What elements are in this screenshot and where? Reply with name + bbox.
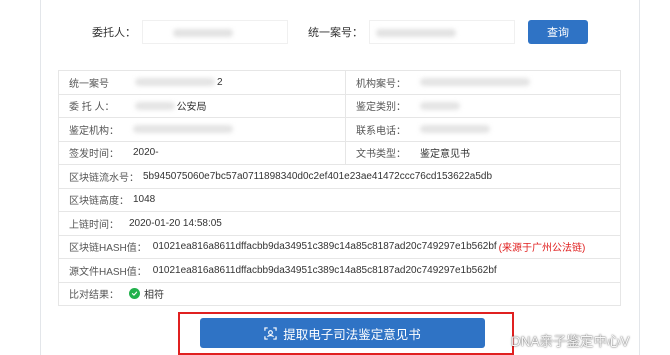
client-input[interactable] xyxy=(142,20,288,44)
chain-height-value: 1048 xyxy=(133,194,156,206)
case-number-input[interactable] xyxy=(369,20,515,44)
client-key: 委 托 人： xyxy=(69,102,115,114)
compare-result-cell: 比对结果： 相符 xyxy=(59,283,620,306)
chain-hash-key: 区块链HASH值： xyxy=(69,243,147,255)
institution-cell: 鉴定机构： xyxy=(59,118,346,141)
compare-result-key: 比对结果： xyxy=(69,290,119,302)
agency-case-key: 机构案号： xyxy=(355,78,406,90)
phone-key: 联系电话： xyxy=(355,125,406,137)
file-hash-key: 源文件HASH值： xyxy=(69,266,147,278)
redacted-value xyxy=(376,29,456,37)
issue-time-cell: 签发时间： 2020- xyxy=(59,141,346,164)
table-row: 鉴定机构： 联系电话： xyxy=(58,118,621,142)
table-row: 区块链流水号： 5b945075060e7bc57a0711898340d0c2… xyxy=(58,165,621,189)
chain-height-key: 区块链高度： xyxy=(69,196,129,208)
phone-cell: 联系电话： xyxy=(346,118,620,141)
client-label: 委托人： xyxy=(92,27,136,39)
institution-key: 鉴定机构： xyxy=(69,125,119,137)
extract-report-button[interactable]: 提取电子司法鉴定意见书 xyxy=(200,318,485,348)
chain-source-note: (来源于广州公法链) xyxy=(498,243,586,255)
compare-result-value: 相符 xyxy=(144,290,164,302)
client-value: 公安局 xyxy=(176,102,207,114)
table-row: 上链时间： 2020-01-20 14:58:05 xyxy=(58,212,621,236)
redacted-value xyxy=(173,29,233,37)
doc-type-value: 鉴定意见书 xyxy=(419,149,470,161)
table-row: 区块链高度： 1048 xyxy=(58,188,621,212)
extract-report-label: 提取电子司法鉴定意见书 xyxy=(283,327,421,342)
redacted-value xyxy=(419,78,530,87)
chain-serial-cell: 区块链流水号： 5b945075060e7bc57a0711898340d0c2… xyxy=(59,165,620,188)
table-row: 区块链HASH值： 01021ea816a8611dffacbb9da34951… xyxy=(58,235,621,259)
unified-case-cell: 统一案号 2 xyxy=(59,71,346,94)
table-row: 委 托 人： 公安局 鉴定类别： xyxy=(58,94,621,118)
table-row: 统一案号 2 机构案号： xyxy=(58,71,621,95)
chain-serial-value: 5b945075060e7bc57a0711898340d0c2ef401e23… xyxy=(143,170,493,182)
unified-case-value: 2 xyxy=(217,76,223,88)
redacted-value xyxy=(419,101,460,110)
table-row: 签发时间： 2020- 文书类型： 鉴定意见书 xyxy=(58,141,621,165)
doc-type-key: 文书类型： xyxy=(355,149,406,161)
case-number-label: 统一案号： xyxy=(308,27,363,39)
redacted-value xyxy=(133,125,233,134)
query-button[interactable]: 查询 xyxy=(528,20,588,44)
table-row: 比对结果： 相符 xyxy=(58,282,621,306)
chain-height-cell: 区块链高度： 1048 xyxy=(59,189,620,212)
chain-time-cell: 上链时间： 2020-01-20 14:58:05 xyxy=(59,212,620,235)
agency-case-cell: 机构案号： xyxy=(346,71,620,94)
client-search: 委托人： xyxy=(92,20,288,44)
file-hash-cell: 源文件HASH值： 01021ea816a8611dffacbb9da34951… xyxy=(59,259,620,282)
chain-time-value: 2020-01-20 14:58:05 xyxy=(129,217,222,229)
unified-case-key: 统一案号 xyxy=(69,78,109,90)
issue-time-key: 签发时间： xyxy=(69,149,119,161)
redacted-value xyxy=(419,125,490,134)
weibo-icon xyxy=(488,334,507,347)
chain-time-key: 上链时间： xyxy=(69,219,119,231)
file-hash-value: 01021ea816a8611dffacbb9da34951c389c14a85… xyxy=(152,264,497,276)
issue-time-value: 2020- xyxy=(133,147,159,159)
check-circle-icon xyxy=(129,288,140,300)
redacted-value xyxy=(134,101,175,110)
chain-hash-value: 01021ea816a8611dffacbb9da34951c389c14a85… xyxy=(152,241,497,253)
category-key: 鉴定类别： xyxy=(355,102,406,114)
doc-type-cell: 文书类型： 鉴定意见书 xyxy=(346,142,620,165)
chain-hash-cell: 区块链HASH值： 01021ea816a8611dffacbb9da34951… xyxy=(59,236,620,259)
scan-icon xyxy=(264,326,277,340)
client-cell: 委 托 人： 公安局 xyxy=(59,94,346,117)
details-table: 统一案号 2 机构案号： 委 托 人： 公安局 鉴定类别： 鉴定机构： 联系电话… xyxy=(58,70,621,306)
redacted-value xyxy=(135,78,215,87)
case-search: 统一案号： xyxy=(308,20,515,44)
watermark-text: DNA亲子鉴定中心V xyxy=(511,334,630,349)
table-row: 源文件HASH值： 01021ea816a8611dffacbb9da34951… xyxy=(58,259,621,283)
chain-serial-key: 区块链流水号： xyxy=(69,172,139,184)
category-cell: 鉴定类别： xyxy=(346,95,620,118)
watermark: DNA亲子鉴定中心V xyxy=(488,330,630,350)
